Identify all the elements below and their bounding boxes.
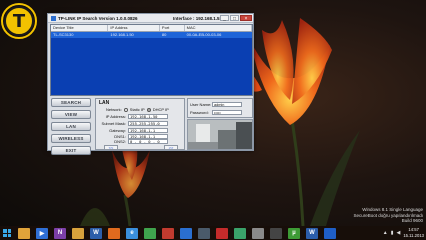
username-field[interactable]: admin [212,102,242,107]
column-header-port[interactable]: Port [160,25,185,31]
subnet-mask-label: Subnet Mask: [101,121,126,126]
login-panel: User Name: admin Password: ••••• [187,98,253,118]
network-mode-row: Network: Static IP DHCP IP [106,107,169,112]
word2-icon[interactable]: W [306,227,318,239]
camera-preview-image [188,120,252,149]
dns2-field[interactable]: 0 . 0 . 0 . 0 [128,139,168,144]
side-nav: SEARCH VIEW LAN WIRELESS EXIT [51,98,93,158]
word-icon[interactable]: W [90,227,102,239]
watermark-edition: Windows 8.1 Single Language [362,207,423,212]
next-button[interactable]: >> [164,145,178,150]
firefox-icon[interactable] [108,227,120,239]
media-player-icon[interactable]: ▶ [36,227,48,239]
windows-watermark: Windows 8.1 Single Language SecureBoot d… [353,207,423,224]
ie-icon[interactable]: e [126,227,138,239]
column-header-device-title[interactable]: Device Title [51,25,109,31]
watermark-build: Build 9600 [401,218,423,223]
clock-date: 15.11.2013 [403,232,424,238]
previous-button[interactable]: << [104,145,118,150]
pager: << >> [104,145,178,150]
static-ip-radio[interactable] [123,107,128,112]
gateway-row: Gateway: 192.168.1.1 [100,128,168,133]
file-explorer-icon[interactable] [18,227,30,239]
cell-port: 80 [161,32,167,37]
ip-address-label: IP Address: [105,114,126,119]
password-row: Password: ••••• [190,110,242,115]
dhcp-ip-label: DHCP IP [152,107,169,112]
title-bar[interactable]: TP-LINK IP Search Version 1.0.0.0826 Int… [48,14,253,23]
view-button[interactable]: VIEW [51,110,91,119]
table-header: Device Title IP Addrss Port MAC [51,25,252,32]
interface-label: Interface : 192.168.1.51 [173,15,223,21]
chevron-up-icon[interactable]: ▲ [383,230,388,236]
tp-search-icon[interactable] [324,227,336,239]
password-field[interactable]: ••••• [212,110,242,115]
dns2-row: DNS2: 0 . 0 . 0 . 0 [100,139,168,144]
username-label: User Name: [190,102,212,107]
search-button[interactable]: SEARCH [51,98,91,107]
window-title: TP-LINK IP Search Version 1.0.0.0826 [58,15,138,21]
clock[interactable]: 14:57 15.11.2013 [403,227,424,238]
taskbar-pinned-apps: ▶ N We µ W [18,227,342,239]
exit-button[interactable]: EXIT [51,146,91,155]
subnet-mask-row: Subnet Mask: 255.255.255.0 [100,121,168,126]
camera-icon[interactable] [270,227,282,239]
dhcp-ip-radio[interactable] [146,107,151,112]
tp-link-ip-search-window: TP-LINK IP Search Version 1.0.0.0826 Int… [47,13,254,155]
channel-logo: T [4,6,34,36]
window-controls: _ □ × [220,15,252,22]
table-row[interactable]: TL-SC3130 192.168.1.50 80 00-0A-EB-00-03… [51,32,252,38]
cell-mac: 00-0A-EB-00-03-06 [186,32,222,37]
volume-icon[interactable]: ◀ [396,230,400,236]
app-grey-icon[interactable] [252,227,264,239]
network-label: Network: [106,107,122,112]
column-header-mac[interactable]: MAC [185,25,252,31]
settings-icon[interactable] [198,227,210,239]
folder-icon[interactable] [72,227,84,239]
app-red-icon[interactable] [216,227,228,239]
dns2-label: DNS2: [114,139,126,144]
utorrent-icon[interactable]: µ [288,227,300,239]
minimize-button[interactable]: _ [220,15,229,22]
onenote-icon[interactable]: N [54,227,66,239]
lan-panel-title: LAN [99,100,110,106]
device-list-table[interactable]: Device Title IP Addrss Port MAC TL-SC313… [50,24,253,96]
gateway-label: Gateway: [109,128,126,133]
chrome-icon[interactable] [144,227,156,239]
taskbar: ▶ N We µ W ▲ ▮ ◀ 14:57 15.11.2013 [0,226,426,240]
maximize-button[interactable]: □ [230,15,239,22]
cell-ip: 192.168.1.50 [110,32,134,37]
column-header-ip[interactable]: IP Addrss [108,25,160,31]
ip-address-field[interactable]: 192.168.1.50 [128,114,168,119]
windows-logo-icon [3,229,11,237]
close-button[interactable]: × [240,15,252,22]
system-tray: ▲ ▮ ◀ 14:57 15.11.2013 [383,227,424,238]
lan-settings-panel: LAN Network: Static IP DHCP IP IP Addres… [95,98,185,150]
store-icon[interactable] [234,227,246,239]
gateway-field[interactable]: 192.168.1.1 [128,128,168,133]
wireless-button[interactable]: WIRELESS [51,134,91,143]
app-icon [51,15,56,21]
lan-button[interactable]: LAN [51,122,91,131]
network-icon[interactable]: ▮ [391,230,394,236]
ip-address-row: IP Address: 192.168.1.50 [100,114,168,119]
flag-icon[interactable] [162,227,174,239]
teamviewer-icon[interactable] [180,227,192,239]
username-row: User Name: admin [190,102,242,107]
subnet-mask-field[interactable]: 255.255.255.0 [128,121,168,126]
password-label: Password: [190,110,209,115]
start-button[interactable] [0,226,14,240]
camera-preview [187,119,253,150]
static-ip-label: Static IP [129,107,145,112]
cell-device-title: TL-SC3130 [53,32,74,37]
